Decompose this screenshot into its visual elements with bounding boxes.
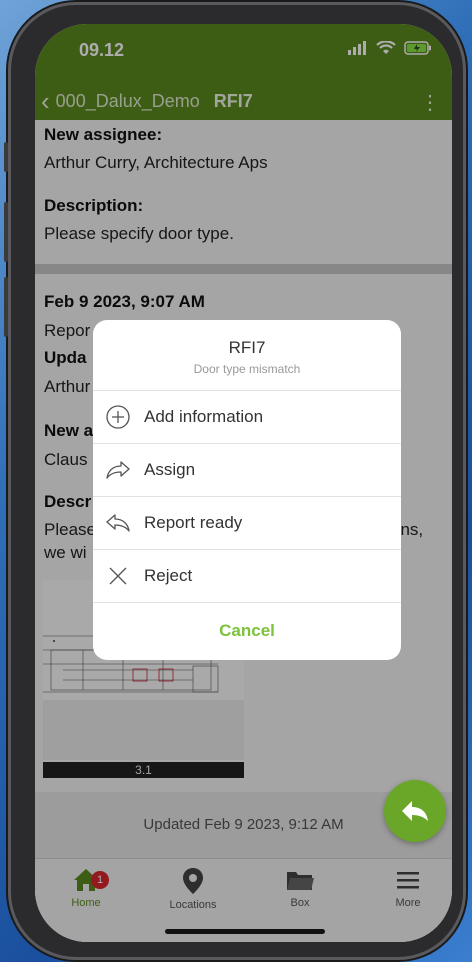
cancel-button[interactable]: Cancel: [93, 603, 401, 658]
reject-button[interactable]: Reject: [93, 550, 401, 603]
assign-button[interactable]: Assign: [93, 444, 401, 497]
report-ready-button[interactable]: Report ready: [93, 497, 401, 550]
phone-frame: 09.12 ‹ 000_Dalux_Demo RFI7 ⋮ New assign…: [4, 2, 466, 960]
assign-label: Assign: [144, 460, 196, 479]
volume-up-button: [4, 202, 8, 262]
x-icon: [105, 563, 131, 589]
screen: 09.12 ‹ 000_Dalux_Demo RFI7 ⋮ New assign…: [35, 24, 452, 942]
forward-arrow-icon: [105, 457, 131, 483]
action-sheet-title: RFI7: [228, 338, 266, 357]
home-indicator: [165, 929, 325, 934]
plus-circle-icon: [105, 404, 131, 430]
action-sheet-subtitle: Door type mismatch: [193, 362, 301, 376]
report-ready-label: Report ready: [144, 513, 243, 532]
action-sheet-header: RFI7 Door type mismatch: [93, 320, 401, 391]
reply-arrow-icon: [402, 801, 428, 821]
reply-fab-button[interactable]: [384, 780, 446, 842]
reject-label: Reject: [144, 566, 193, 585]
volume-down-button: [4, 277, 8, 337]
side-button: [4, 142, 8, 172]
add-information-label: Add information: [144, 407, 264, 426]
add-information-button[interactable]: Add information: [93, 391, 401, 444]
action-sheet: RFI7 Door type mismatch Add information: [93, 320, 401, 660]
reply-arrow-icon: [105, 510, 131, 536]
